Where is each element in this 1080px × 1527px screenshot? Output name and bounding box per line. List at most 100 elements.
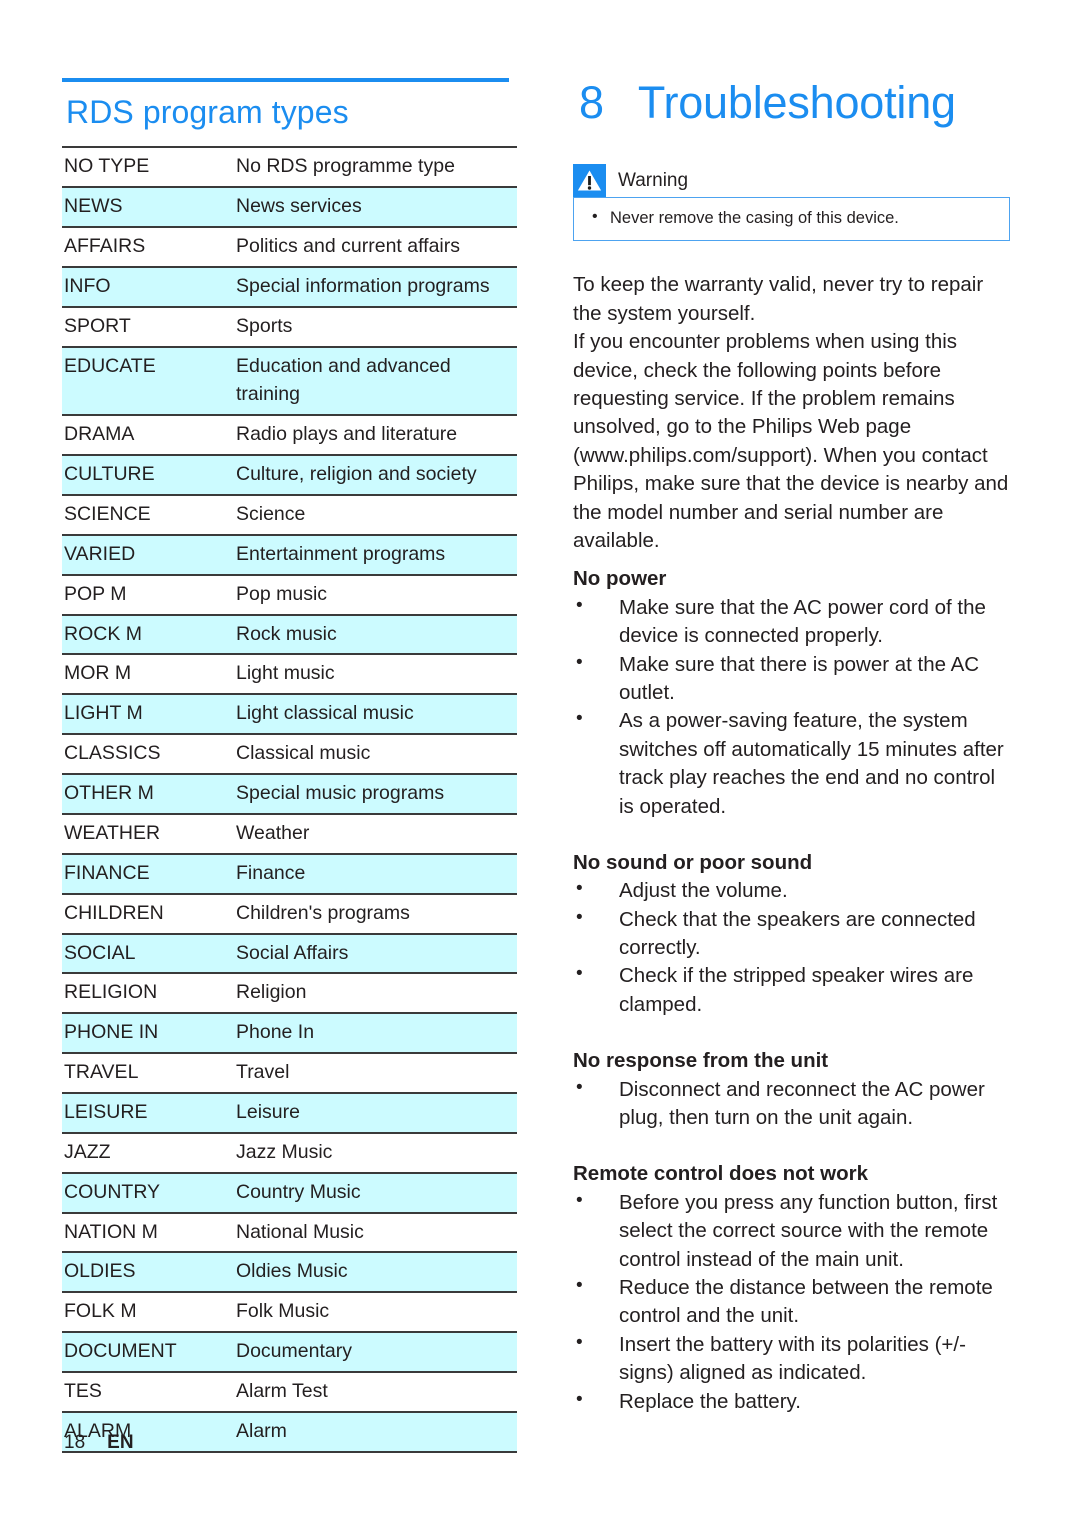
rds-code-cell: WEATHER [64, 821, 161, 844]
rds-description-cell: Sports [236, 314, 293, 337]
warning-item: Never remove the casing of this device. [586, 206, 997, 230]
rds-description-cell: Classical music [236, 742, 371, 765]
rds-code-cell: CHILDREN [64, 901, 164, 924]
rds-code-cell: COUNTRY [62, 1172, 234, 1213]
list-item: Make sure that there is power at the AC … [573, 650, 1013, 708]
list-item: Reduce the distance between the remote c… [573, 1273, 1013, 1331]
rds-description-cell: News services [234, 187, 517, 228]
list-item: Replace the battery. [573, 1387, 1013, 1416]
chapter-title: Troubleshooting [637, 77, 956, 128]
rds-code-cell: LEISURE [62, 1092, 234, 1133]
rds-description-cell: Alarm [234, 1411, 517, 1452]
section-bullet-list: Before you press any function button, fi… [573, 1188, 1013, 1416]
warning-triangle-icon [573, 164, 606, 198]
table-row: JAZZ Jazz Music [62, 1132, 517, 1173]
rds-description-cell: Culture, religion and society [234, 455, 517, 496]
rds-description-cell: Rock music [234, 614, 517, 655]
rds-description-cell: Special information programs [234, 266, 517, 307]
table-row: SCIENCE Science [62, 495, 517, 535]
section-bullet-list: Disconnect and reconnect the AC power pl… [573, 1075, 1013, 1133]
table-row: SOCIAL Social Affairs [62, 933, 517, 974]
rds-code-cell: DRAMA [64, 423, 135, 446]
table-row: DOCUMENT Documentary [62, 1332, 517, 1372]
rds-code-cell: POP M [64, 582, 127, 605]
rds-code-cell: OLDIES [62, 1252, 234, 1293]
rds-code-cell: ROCK M [62, 614, 234, 655]
table-row: TRAVEL Travel [62, 1053, 517, 1093]
section-heading: No sound or poor sound [573, 850, 813, 874]
rds-description-cell: National Music [236, 1220, 364, 1243]
list-item: Check that the speakers are connected co… [573, 905, 1013, 963]
right-column: 8 Troubleshooting Warning Never remove t… [573, 77, 1013, 1416]
page-title: RDS program types [66, 92, 509, 132]
rds-code-cell: VARIED [62, 534, 234, 575]
chapter-heading: 8 Troubleshooting [579, 77, 1013, 128]
section-bullet-list: Make sure that the AC power cord of the … [573, 593, 1013, 821]
table-row: SPORT Sports [62, 306, 517, 347]
table-row: FOLK M Folk Music [62, 1292, 517, 1332]
table-row: FINANCE Finance [62, 853, 517, 894]
rds-code-cell: DOCUMENT [62, 1332, 234, 1372]
table-row: NO TYPE No RDS programme type [62, 147, 517, 187]
table-row: LEISURE Leisure [62, 1092, 517, 1133]
page-title-lead: RDS [66, 94, 134, 130]
rds-description-cell: Education and advanced training [234, 346, 517, 416]
list-item: Adjust the volume. [573, 876, 1013, 905]
table-row: ROCK M Rock music [62, 614, 517, 655]
warning-note-body: Never remove the casing of this device. [573, 197, 1010, 242]
table-row: PHONE IN Phone In [62, 1013, 517, 1054]
list-item: As a power-saving feature, the system sw… [573, 706, 1013, 821]
troubleshooting-sections: No powerMake sure that the AC power cord… [573, 565, 1013, 1416]
rds-description-cell: Radio plays and literature [236, 423, 458, 446]
intro-paragraph-2: If you encounter problems when using thi… [573, 330, 1009, 552]
section-heading: No power [573, 567, 667, 591]
table-row: VARIED Entertainment programs [62, 534, 517, 575]
rds-code-cell: SOCIAL [62, 933, 234, 974]
rds-description-cell: Pop music [236, 582, 328, 605]
rds-description-cell: Jazz Music [236, 1140, 333, 1163]
table-row: OTHER M Special music programs [62, 774, 517, 814]
rds-description-cell: Politics and current affairs [236, 235, 460, 258]
rds-description-cell: Alarm Test [236, 1379, 328, 1402]
list-item: Disconnect and reconnect the AC power pl… [573, 1075, 1013, 1133]
intro-paragraph-1: To keep the warranty valid, never try to… [573, 273, 984, 325]
section-bullet-list: Adjust the volume.Check that the speaker… [573, 876, 1013, 1019]
table-row: EDUCATE Education and advanced training [62, 346, 517, 416]
table-row: RELIGION Religion [62, 973, 517, 1013]
rds-code-cell: LIGHT M [62, 694, 234, 735]
warning-label: Warning [618, 169, 689, 191]
rds-description-cell: Folk Music [236, 1300, 330, 1323]
rds-code-cell: MOR M [64, 662, 132, 685]
warning-note-header: Warning [573, 164, 1010, 198]
rds-code-cell: NO TYPE [64, 155, 150, 178]
page-footer: 18 EN [64, 1432, 134, 1454]
table-row: CLASSICS Classical music [62, 734, 517, 774]
rds-description-cell: No RDS programme type [236, 155, 455, 178]
warning-note: Warning Never remove the casing of this … [573, 164, 1010, 242]
rds-code-cell: JAZZ [64, 1140, 111, 1163]
footer-page-number: 18 [64, 1432, 86, 1453]
table-row: DRAMA Radio plays and literature [62, 415, 517, 455]
rds-code-cell: NATION M [64, 1220, 158, 1243]
rds-program-types-table: NO TYPE No RDS programme type NEWS News ser… [62, 146, 517, 1452]
rds-description-cell: Light music [236, 662, 335, 685]
rds-code-cell: SPORT [64, 314, 131, 337]
rds-description-cell: Special music programs [234, 774, 517, 814]
rds-description-cell: Country Music [234, 1172, 517, 1213]
table-row: LIGHT M Light classical music [62, 694, 517, 735]
rds-description-cell: Leisure [234, 1092, 517, 1133]
rds-code-cell: TES [64, 1379, 102, 1402]
rds-code-cell: SCIENCE [64, 503, 151, 526]
table-row: CULTURE Culture, religion and society [62, 455, 517, 496]
rds-description-cell: Science [236, 503, 306, 526]
table-row: NATION M National Music [62, 1212, 517, 1253]
list-item: Make sure that the AC power cord of the … [573, 593, 1013, 651]
table-row: COUNTRY Country Music [62, 1172, 517, 1213]
rds-code-cell: FOLK M [64, 1300, 137, 1323]
left-column: RDS program types NO TYPE No RDS programm… [62, 78, 517, 1453]
rds-code-cell: INFO [62, 266, 234, 307]
table-row: CHILDREN Children's programs [62, 893, 517, 934]
table-row: POP M Pop music [62, 574, 517, 615]
footer-language: EN [107, 1432, 134, 1453]
heading-rule [62, 78, 509, 82]
